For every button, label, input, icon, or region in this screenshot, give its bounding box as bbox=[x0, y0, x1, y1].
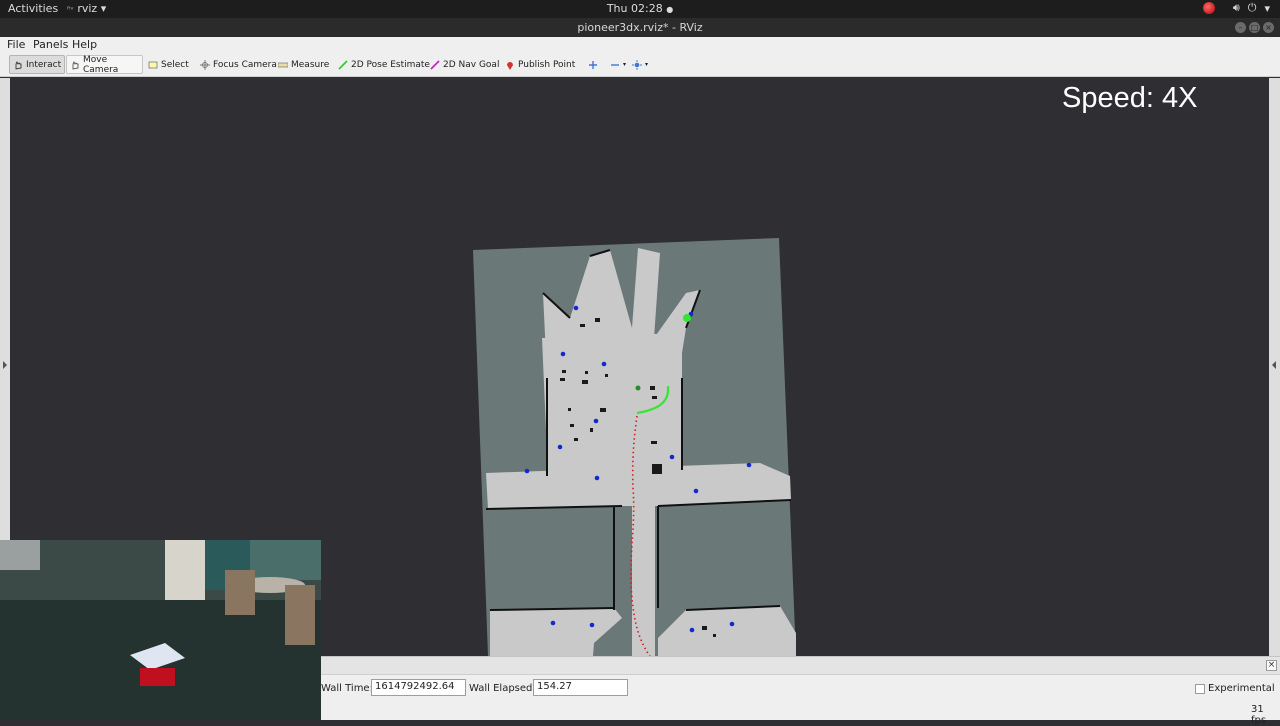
maximize-icon[interactable]: □ bbox=[1249, 22, 1260, 33]
minus-icon bbox=[610, 60, 620, 70]
camera-feed-overlay bbox=[0, 540, 321, 720]
magenta-arrow-icon bbox=[430, 59, 440, 70]
window-title: pioneer3dx.rviz* - RViz bbox=[577, 21, 703, 34]
map-pin-icon bbox=[505, 60, 515, 70]
pose-estimate-tool-label: 2D Pose Estimate bbox=[351, 59, 430, 70]
time-panel: × Wall Time: 1614792492.64 Wall Elapsed:… bbox=[321, 656, 1280, 726]
time-panel-header: × bbox=[321, 657, 1280, 675]
measure-tool-button[interactable]: Measure bbox=[275, 55, 332, 74]
robot-marker bbox=[683, 314, 691, 322]
wall-time-label: Wall Time: bbox=[321, 683, 373, 694]
time-panel-close-icon[interactable]: × bbox=[1266, 660, 1277, 671]
remove-tool-button[interactable]: ▾ bbox=[607, 55, 629, 74]
nav-goal-tool-label: 2D Nav Goal bbox=[443, 59, 500, 70]
interact-tool-button[interactable]: Interact bbox=[9, 55, 65, 74]
ruler-icon bbox=[277, 60, 289, 70]
clock[interactable]: Thu 02:28 ● bbox=[0, 2, 1280, 15]
green-arrow-icon bbox=[338, 59, 348, 70]
menu-bar: File Panels Help bbox=[0, 37, 1280, 53]
move-camera-tool-label: Move Camera bbox=[83, 54, 119, 75]
system-top-bar: Activities ᴿᵛ rviz ▾ Thu 02:28 ● 🔊︎ ⏻ ▾ bbox=[0, 0, 1280, 18]
select-tool-button[interactable]: Select bbox=[145, 55, 192, 74]
plus-icon bbox=[588, 60, 598, 70]
close-icon[interactable]: × bbox=[1263, 22, 1274, 33]
menu-help[interactable]: Help bbox=[72, 38, 97, 51]
volume-icon[interactable]: 🔊︎ bbox=[1233, 1, 1240, 15]
expand-left-arrow-icon bbox=[1272, 361, 1276, 369]
properties-menu-arrow-icon: ▾ bbox=[645, 61, 649, 68]
publish-point-tool-button[interactable]: Publish Point bbox=[502, 55, 578, 74]
measure-tool-label: Measure bbox=[291, 59, 330, 70]
select-icon bbox=[148, 60, 158, 70]
power-icon[interactable]: ⏻ bbox=[1248, 1, 1257, 15]
tool-properties-button[interactable]: ▾ bbox=[629, 55, 651, 74]
wall-elapsed-field[interactable]: 154.27 bbox=[533, 679, 628, 696]
window-title-bar[interactable]: pioneer3dx.rviz* - RViz – □ × bbox=[0, 18, 1280, 37]
wall-elapsed-label: Wall Elapsed: bbox=[469, 683, 536, 694]
record-indicator-icon[interactable] bbox=[1202, 2, 1215, 14]
nav-goal-tool-button[interactable]: 2D Nav Goal bbox=[427, 55, 502, 74]
menu-panels[interactable]: Panels bbox=[33, 38, 68, 51]
tray-chevron-down-icon[interactable]: ▾ bbox=[1264, 2, 1270, 15]
add-tool-button[interactable] bbox=[585, 55, 601, 74]
experimental-label: Experimental bbox=[1208, 683, 1275, 694]
interact-tool-label: Interact bbox=[26, 59, 62, 70]
wall-time-field[interactable]: 1614792492.64 bbox=[371, 679, 466, 696]
hand-icon bbox=[13, 60, 23, 70]
select-tool-label: Select bbox=[161, 59, 189, 70]
speed-overlay-text: Speed: 4X bbox=[1062, 82, 1198, 114]
focus-camera-icon bbox=[200, 59, 210, 70]
system-tray[interactable]: 🔊︎ ⏻ ▾ bbox=[1202, 1, 1270, 15]
move-camera-tool-button[interactable]: Move Camera bbox=[66, 54, 143, 75]
remove-menu-arrow-icon: ▾ bbox=[623, 61, 627, 68]
fps-readout: 31 fps bbox=[1251, 704, 1267, 726]
focus-camera-tool-button[interactable]: Focus Camera bbox=[197, 55, 280, 74]
publish-point-tool-label: Publish Point bbox=[518, 59, 576, 70]
experimental-checkbox[interactable] bbox=[1195, 684, 1205, 694]
clock-label: Thu 02:28 bbox=[606, 2, 663, 15]
move-camera-icon bbox=[70, 60, 80, 70]
sun-settings-icon bbox=[632, 59, 642, 70]
camera-feed-image bbox=[0, 540, 321, 720]
minimize-icon[interactable]: – bbox=[1235, 22, 1246, 33]
pose-estimate-tool-button[interactable]: 2D Pose Estimate bbox=[335, 55, 433, 74]
focus-camera-tool-label: Focus Camera bbox=[213, 59, 277, 70]
tool-bar: Interact Move Camera Select Focus Camera… bbox=[0, 53, 1280, 77]
goal-marker bbox=[635, 385, 641, 391]
map-free-space-hallway bbox=[632, 473, 655, 656]
expand-right-arrow-icon bbox=[3, 361, 7, 369]
right-dock-collapse-handle[interactable] bbox=[1269, 78, 1280, 656]
notification-dot-icon: ● bbox=[666, 5, 674, 14]
menu-file[interactable]: File bbox=[7, 38, 25, 51]
